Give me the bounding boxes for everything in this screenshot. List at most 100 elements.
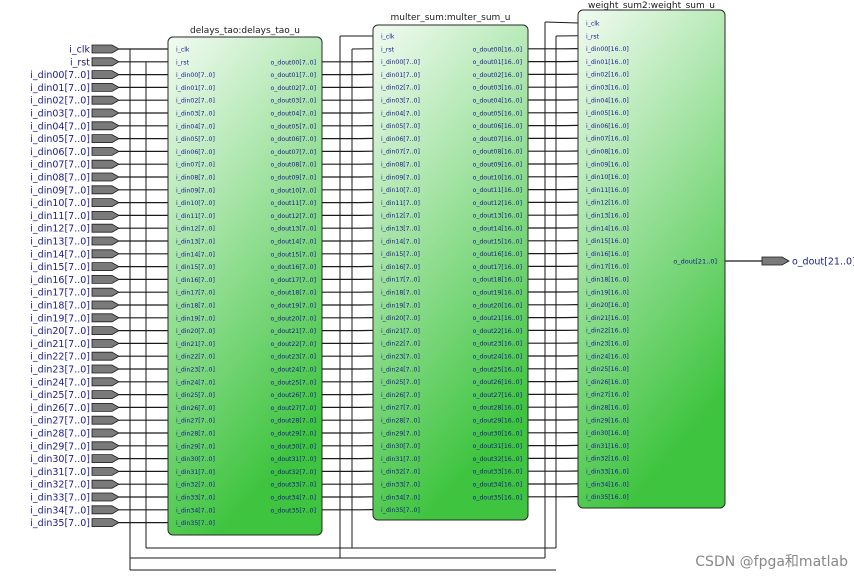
input-port-label: i_din08[7..0]	[30, 173, 90, 184]
input-port-label: i_din06[7..0]	[30, 147, 90, 158]
block-input-label: i_din14[16..0]	[586, 225, 629, 232]
block-output-label: o_dout17[16..0]	[473, 264, 522, 271]
block-output-label: o_dout12[16..0]	[473, 200, 522, 207]
block-input-label: i_din07[7..0]	[176, 162, 215, 169]
input-port-pin	[91, 287, 120, 297]
input-port-label: i_din20[7..0]	[30, 326, 90, 337]
input-port-pin	[91, 95, 120, 105]
block-output-label: o_dout33[7..0]	[271, 482, 316, 489]
block-output-label: o_dout09[7..0]	[271, 175, 316, 182]
block-input-label: i_din23[7..0]	[381, 354, 420, 361]
input-port-label: i_rst	[70, 57, 90, 68]
block-input-label: i_din34[7..0]	[176, 507, 215, 514]
input-port-pin	[91, 159, 120, 169]
block-input-label: i_din31[7..0]	[176, 469, 215, 476]
input-port-pin	[91, 121, 120, 131]
block-output-label: o_dout16[16..0]	[473, 251, 522, 258]
block-output-label: o_dout26[16..0]	[473, 379, 522, 386]
block-input-label: i_din06[16..0]	[586, 123, 629, 130]
input-port-pin	[91, 108, 120, 118]
block-output-label: o_dout14[7..0]	[271, 239, 316, 246]
block-output-label: o_dout24[16..0]	[473, 354, 522, 361]
input-port-pin	[91, 185, 120, 195]
input-port-label: i_din17[7..0]	[30, 288, 90, 299]
block-input-label: i_din31[16..0]	[586, 443, 629, 450]
block-input-label: i_din13[7..0]	[176, 239, 215, 246]
input-port-label: i_din26[7..0]	[30, 403, 90, 414]
block-input-label: i_din29[16..0]	[586, 417, 629, 424]
input-port-label: i_din29[7..0]	[30, 441, 90, 452]
block-input-label: i_din16[7..0]	[381, 264, 420, 271]
block-output-label: o_dout03[7..0]	[271, 98, 316, 105]
block-output-label: o_dout30[16..0]	[473, 430, 522, 437]
block-input-label: i_din11[7..0]	[176, 213, 215, 220]
block-input-label: i_din33[7..0]	[381, 482, 420, 489]
clk-bus	[544, 21, 579, 24]
block-input-label: i_din15[16..0]	[586, 238, 629, 245]
input-port-pin	[91, 236, 120, 246]
input-port-pin	[91, 466, 120, 476]
input-port-label: i_din15[7..0]	[30, 262, 90, 273]
block-input-label: i_rst	[176, 59, 190, 66]
block-input-label: i_din13[16..0]	[586, 213, 629, 220]
block-output-label: o_dout10[16..0]	[473, 174, 522, 181]
input-port-pin	[91, 44, 120, 54]
block-input-label: i_din12[16..0]	[586, 200, 629, 207]
block-input-label: i_din22[16..0]	[586, 328, 629, 335]
block-output-label: o_dout12[7..0]	[271, 213, 316, 220]
block-output-label: o_dout30[7..0]	[271, 443, 316, 450]
input-port-pin	[91, 505, 120, 515]
input-port-label: i_din01[7..0]	[30, 83, 90, 94]
input-port-pin	[91, 172, 120, 182]
block-output-label: o_dout13[7..0]	[271, 226, 316, 233]
block-output-label: o_dout18[16..0]	[473, 277, 522, 284]
block-output-label: o_dout28[16..0]	[473, 405, 522, 412]
block-output-label: o_dout21[16..0]	[473, 315, 522, 322]
block-output-label: o_dout25[16..0]	[473, 366, 522, 373]
block-output-label: o_dout[21..0]	[673, 258, 717, 266]
block-output-label: o_dout26[7..0]	[271, 392, 316, 399]
block-output-label: o_dout35[7..0]	[271, 507, 316, 514]
block-input-label: i_din22[7..0]	[176, 354, 215, 361]
block-input-label: i_din28[7..0]	[176, 431, 215, 438]
block-2: multer_sum:multer_sum_u i_clk i_rst i_din00…	[372, 13, 529, 521]
input-port-pin	[91, 262, 120, 272]
block-input-label: i_din15[7..0]	[381, 251, 420, 258]
block-output-label: o_dout00[7..0]	[271, 59, 316, 66]
block-output-label: o_dout08[16..0]	[473, 149, 522, 156]
input-port-label: i_din16[7..0]	[30, 275, 90, 286]
input-port-label: i_din22[7..0]	[30, 352, 90, 363]
block-input-label: i_din21[7..0]	[176, 341, 215, 348]
block-output-label: o_dout20[16..0]	[473, 302, 522, 309]
block-output-label: o_dout05[7..0]	[271, 123, 316, 130]
input-port-label: i_din31[7..0]	[30, 467, 90, 478]
block-input-label: i_din17[7..0]	[176, 290, 215, 297]
input-port-pin	[91, 479, 120, 489]
block-input-label: i_din14[7..0]	[176, 251, 215, 258]
block-input-label: i_din23[7..0]	[176, 367, 215, 374]
block-output-label: o_dout32[7..0]	[271, 469, 316, 476]
block-output-label: o_dout29[16..0]	[473, 418, 522, 425]
block-input-label: i_din03[16..0]	[586, 85, 629, 92]
block-output-label: o_dout15[16..0]	[473, 238, 522, 245]
block-output-label: o_dout34[7..0]	[271, 495, 316, 502]
input-port-pin	[91, 351, 120, 361]
block-output-label: o_dout33[16..0]	[473, 469, 522, 476]
block-output-label: o_dout05[16..0]	[473, 110, 522, 117]
input-port-label: i_din12[7..0]	[30, 224, 90, 235]
input-port-pin	[91, 146, 120, 156]
block-input-label: i_din10[7..0]	[381, 187, 420, 194]
block-input-label: i_din28[16..0]	[586, 405, 629, 412]
block-input-label: i_din25[7..0]	[176, 392, 215, 399]
block-input-label: i_din22[7..0]	[381, 341, 420, 348]
input-port-pin	[91, 338, 120, 348]
schematic-canvas: delays_tao:delays_tao_ui_clki_rsti_din00…	[30, 1, 854, 571]
block-input-label: i_din26[16..0]	[586, 379, 629, 386]
block-input-label: i_din29[7..0]	[381, 430, 420, 437]
input-port-label: i_din18[7..0]	[30, 301, 90, 312]
block-input-label: i_din21[16..0]	[586, 315, 629, 322]
block-input-label: i_din11[7..0]	[381, 200, 420, 207]
block-output-label: o_dout17[7..0]	[271, 277, 316, 284]
block-3: weight_sum2:weight_sum_u i_clk i_rst i_din0…	[577, 1, 726, 509]
block-input-label: i_din00[7..0]	[176, 72, 215, 79]
